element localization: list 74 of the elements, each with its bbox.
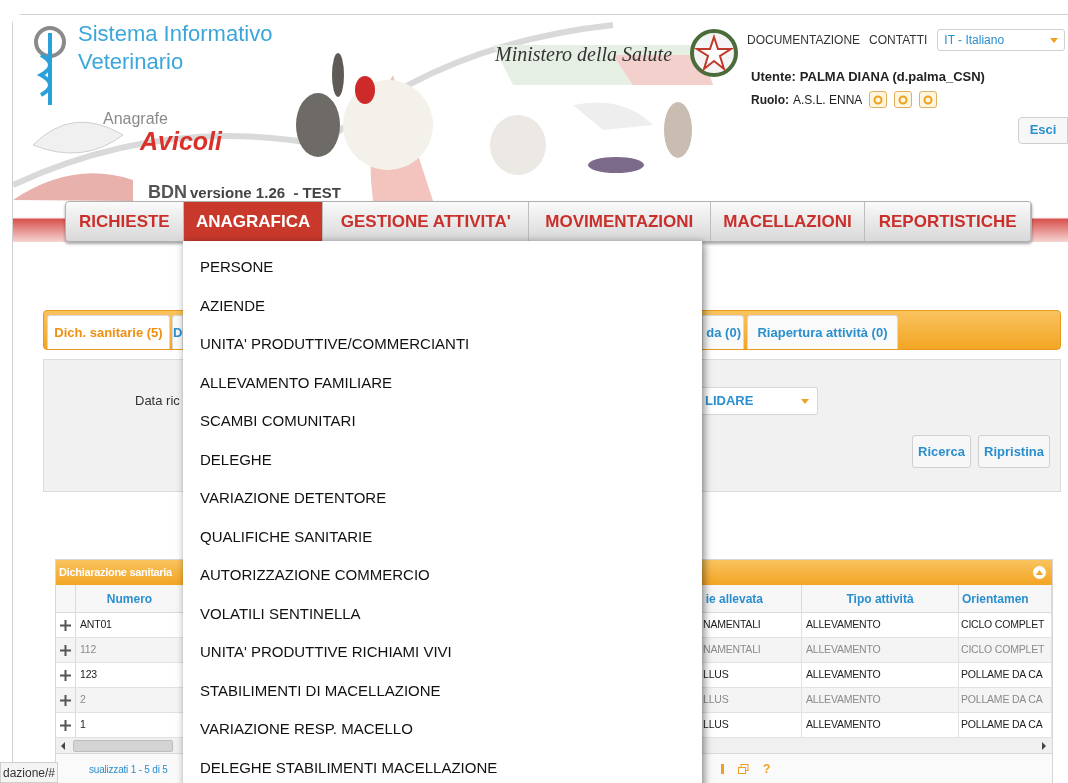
user-label: Utente: [751, 68, 796, 86]
column-header[interactable]: Numero [106, 589, 153, 608]
logout-button[interactable]: Esci [1018, 116, 1068, 144]
user-name: PALMA DIANA (d.palma_CSN) [799, 68, 985, 86]
separator-icon [721, 764, 724, 774]
caduceus-icon [33, 25, 67, 107]
column-header[interactable]: Tipo attività [846, 589, 914, 608]
table-cell: NAMENTALI [703, 617, 761, 633]
menu-item[interactable]: UNITA' PRODUTTIVE RICHIAMI VIVI [200, 642, 452, 661]
menu-item[interactable]: AZIENDE [200, 295, 265, 315]
table-cell: ALLEVAMENTO [806, 617, 881, 633]
app-name: Avicoli [140, 127, 222, 157]
pager-info: sualizzati 1 - 5 di 5 [89, 762, 169, 777]
table-cell: ALLEVAMENTO [806, 667, 881, 683]
logo-title: Veterinario [78, 49, 184, 75]
tab[interactable]: Dich. sanitarie (5) [47, 315, 170, 349]
table-cell: ANT01 [80, 617, 112, 633]
tab[interactable]: Riapertura attività (0) [747, 315, 898, 349]
menu-item[interactable]: STABILIMENTI DI MACELLAZIONE [200, 680, 441, 700]
search-button[interactable]: Ricerca [912, 435, 972, 468]
table-cell: CICLO COMPLET [961, 617, 1045, 633]
table-cell: 123 [80, 667, 97, 683]
header-link[interactable]: DOCUMENTAZIONE [747, 31, 861, 49]
role-label: Ruolo: [751, 91, 789, 109]
menu-tab[interactable]: ANAGRAFICA [183, 202, 324, 241]
bdn-label: BDN [148, 181, 187, 204]
scroll-right-icon[interactable] [1042, 741, 1046, 750]
menu-item[interactable]: SCAMBI COMUNITARI [200, 411, 356, 430]
table-cell: CICLO COMPLET [961, 642, 1045, 658]
table-cell: LLUS [703, 717, 729, 733]
table-cell: 2 [80, 692, 86, 708]
status-select[interactable]: LIDARE [702, 387, 818, 415]
menu-item[interactable]: VARIAZIONE RESP. MACELLO [200, 719, 413, 738]
grid-title: Dichiarazione sanitaria [59, 565, 172, 581]
menu-tab[interactable]: REPORTISTICHE [865, 202, 1031, 241]
column-header[interactable]: ie allevata [705, 589, 763, 608]
menu-tab[interactable]: MACELLAZIONI [710, 202, 866, 241]
table-cell: LLUS [703, 692, 729, 708]
scroll-thumb[interactable] [73, 739, 173, 752]
table-cell: ALLEVAMENTO [806, 642, 881, 658]
search-button[interactable]: Ripristina [978, 435, 1050, 468]
menu-tab[interactable]: RICHIESTE [66, 202, 184, 241]
caret-icon [1050, 37, 1059, 43]
menu-item[interactable]: AUTORIZZAZIONE COMMERCIO [200, 565, 430, 584]
table-cell: 1 [80, 717, 86, 733]
table-cell: LLUS [703, 667, 729, 683]
table-cell: POLLAME DA CA [961, 692, 1043, 708]
menu-item[interactable]: QUALIFICHE SANITARIE [200, 526, 373, 546]
menu-item[interactable]: DELEGHE STABILIMENTI MACELLAZIONE [200, 757, 498, 777]
logo-title: Sistema Informativo [78, 21, 273, 47]
menu-item[interactable]: DELEGHE [200, 449, 272, 469]
menu-item[interactable]: ALLEVAMENTO FAMILIARE [200, 372, 392, 392]
version-label: versione 1.26 - TEST [190, 183, 341, 203]
table-cell: 112 [80, 642, 97, 658]
status-url: dazione/# [0, 762, 59, 783]
scroll-left-icon[interactable] [61, 741, 65, 750]
field-label: Data ric [135, 392, 181, 410]
role-value: A.S.L. ENNA [793, 91, 863, 109]
table-cell: ALLEVAMENTO [806, 692, 881, 708]
logo-subtitle: Anagrafe [103, 109, 168, 129]
menu-item[interactable]: PERSONE [200, 257, 274, 276]
table-cell: POLLAME DA CA [961, 717, 1043, 733]
menu-item[interactable]: UNITA' PRODUTTIVE/COMMERCIANTI [200, 334, 470, 353]
table-cell: ALLEVAMENTO [806, 717, 881, 733]
menu-item[interactable]: VOLATILI SENTINELLA [200, 603, 361, 623]
menu-item[interactable]: VARIAZIONE DETENTORE [200, 488, 387, 507]
column-header[interactable]: Orientamen [962, 589, 1029, 608]
ministry-name: Ministero della Salute [495, 42, 672, 67]
language-select[interactable]: IT - Italiano [937, 29, 1066, 51]
caret-icon [801, 398, 809, 404]
table-cell: POLLAME DA CA [961, 667, 1043, 683]
header-link[interactable]: CONTATTI [869, 31, 928, 49]
tab[interactable]: da (0) [702, 315, 744, 349]
table-cell: NAMENTALI [703, 642, 761, 658]
